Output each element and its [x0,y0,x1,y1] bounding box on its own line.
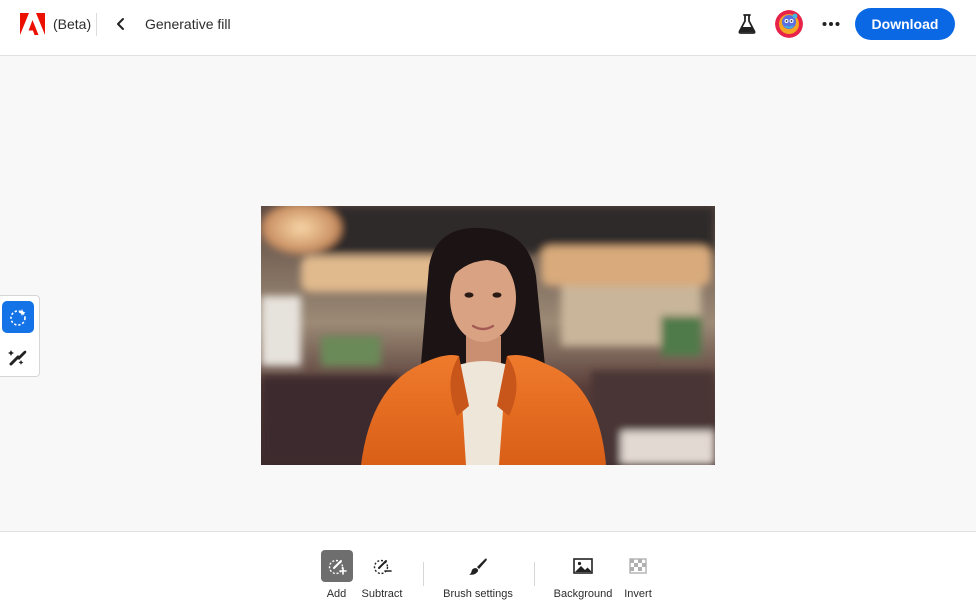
invert-button[interactable]: Invert [620,550,656,602]
background-button[interactable]: Background [550,550,616,602]
image-icon [573,558,593,574]
download-button[interactable]: Download [855,8,955,40]
user-avatar[interactable] [775,10,803,38]
background-icon-wrap [567,550,599,582]
more-button[interactable] [817,10,845,38]
page-title: Generative fill [145,16,231,32]
remove-tool-button[interactable] [2,341,34,373]
chevron-left-icon [117,18,124,30]
flask-icon [738,14,756,34]
subtract-label: Subtract [361,588,403,600]
beta-label: (Beta) [53,16,92,32]
brush-settings-icon-wrap [462,550,494,582]
invert-icon [629,558,647,574]
invert-icon-wrap [622,550,654,582]
adobe-logo[interactable] [20,13,45,35]
brush-settings-label: Brush settings [443,588,513,600]
tool-rail [0,295,40,377]
invert-label: Invert [624,588,652,600]
back-button[interactable] [109,11,133,37]
add-icon-wrap [320,550,353,582]
toolbar-divider [534,562,535,586]
photo-canvas[interactable] [261,206,715,465]
brush-settings-button[interactable]: Brush settings [438,550,518,602]
add-button[interactable]: Add [320,550,353,602]
toolbar-divider [423,562,424,586]
brush-add-icon [328,559,347,575]
portrait-photo [261,206,715,465]
app-header: (Beta) Generative fill Download [0,0,976,56]
subtract-icon-wrap [366,550,398,582]
insert-tool-button[interactable] [2,301,34,333]
avatar-image [775,10,803,38]
brush-icon [469,558,487,575]
add-label: Add [326,588,347,600]
brush-remove-icon [8,350,27,366]
sparkle-lasso-icon [10,309,26,326]
brush-subtract-icon [373,559,392,575]
background-label: Background [553,588,613,600]
subtract-button[interactable]: Subtract [358,550,406,602]
more-horizontal-icon [822,22,840,26]
header-divider [96,13,97,36]
bottom-toolbar: Add Subtract Brush settings Background I… [0,531,976,612]
canvas-area[interactable] [0,57,976,531]
labs-button[interactable] [734,10,760,38]
